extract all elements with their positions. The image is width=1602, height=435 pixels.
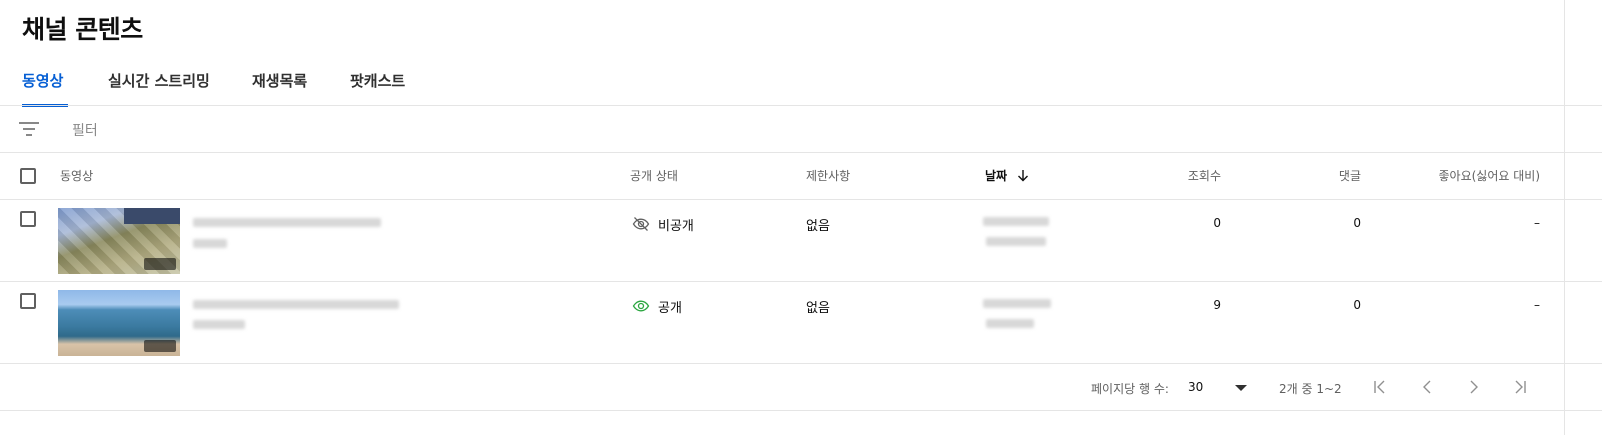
restrictions-value: 없음 — [806, 301, 830, 316]
filter-icon[interactable] — [18, 120, 40, 138]
column-header-likes[interactable]: 좋아요(싫어요 대비) — [1400, 167, 1541, 184]
arrow-down-icon — [1017, 169, 1029, 185]
visibility-label: 비공개 — [658, 219, 694, 234]
comments-value: 0 — [1353, 298, 1361, 312]
row-checkbox[interactable] — [20, 293, 36, 309]
column-header-date-label: 날짜 — [985, 169, 1008, 183]
table-row[interactable]: 공개 없음 9 0 – — [0, 282, 1580, 364]
content-tabs: 동영상 실시간 스트리밍 재생목록 팟캐스트 — [0, 62, 1602, 107]
likes-value: – — [1534, 216, 1540, 230]
tab-live-streaming[interactable]: 실시간 스트리밍 — [108, 70, 210, 106]
eye-off-icon — [632, 215, 650, 233]
column-header-views[interactable]: 조회수 — [1161, 167, 1221, 184]
restrictions-value: 없음 — [806, 219, 830, 234]
views-value: 9 — [1213, 298, 1221, 312]
comments-value: 0 — [1353, 216, 1361, 230]
tab-playlists[interactable]: 재생목록 — [252, 70, 307, 106]
scrollbar-divider — [1564, 0, 1565, 435]
video-thumbnail[interactable] — [58, 208, 180, 274]
select-all-checkbox[interactable] — [20, 168, 36, 184]
column-header-comments[interactable]: 댓글 — [1301, 167, 1361, 184]
column-header-video: 동영상 — [60, 169, 94, 183]
tab-videos[interactable]: 동영상 — [22, 70, 68, 107]
filter-input[interactable]: 필터 — [72, 120, 98, 140]
likes-value: – — [1534, 298, 1540, 312]
video-description — [193, 239, 227, 248]
video-title[interactable] — [193, 300, 399, 309]
table-row[interactable]: 비공개 없음 0 0 – — [0, 200, 1580, 282]
column-header-date[interactable]: 날짜 — [985, 167, 1029, 185]
views-value: 0 — [1213, 216, 1221, 230]
duration-badge — [144, 340, 176, 352]
table-header: 동영상 공개 상태 제한사항 날짜 조회수 댓글 좋아요(싫어요 대비) — [0, 153, 1580, 200]
date-status — [986, 237, 1046, 246]
rows-per-page-select[interactable]: 30 — [1188, 376, 1250, 400]
video-thumbnail[interactable] — [58, 290, 180, 356]
divider — [0, 410, 1602, 411]
rows-per-page-value: 30 — [1188, 380, 1204, 394]
eye-icon — [632, 297, 650, 315]
date-value — [983, 299, 1051, 308]
caret-down-icon — [1235, 385, 1247, 391]
duration-badge — [144, 258, 176, 270]
tab-podcasts[interactable]: 팟캐스트 — [350, 70, 405, 106]
page-range-label: 2개 중 1~2 — [1279, 382, 1342, 396]
row-checkbox[interactable] — [20, 211, 36, 227]
video-description — [193, 320, 245, 329]
column-header-visibility[interactable]: 공개 상태 — [630, 167, 678, 184]
page-title: 채널 콘텐츠 — [22, 15, 143, 44]
video-title[interactable] — [193, 218, 381, 227]
next-page-icon[interactable] — [1464, 377, 1484, 397]
filter-bar[interactable]: 필터 — [0, 106, 1580, 153]
date-status — [986, 319, 1034, 328]
pagination: 페이지당 행 수: 30 2개 중 1~2 — [0, 364, 1580, 410]
first-page-icon[interactable] — [1370, 377, 1390, 397]
last-page-icon[interactable] — [1510, 377, 1530, 397]
column-header-restrictions[interactable]: 제한사항 — [806, 167, 850, 184]
visibility-label: 공개 — [658, 301, 682, 316]
date-value — [983, 217, 1049, 226]
rows-per-page-label: 페이지당 행 수: — [1091, 382, 1169, 396]
prev-page-icon[interactable] — [1417, 377, 1437, 397]
